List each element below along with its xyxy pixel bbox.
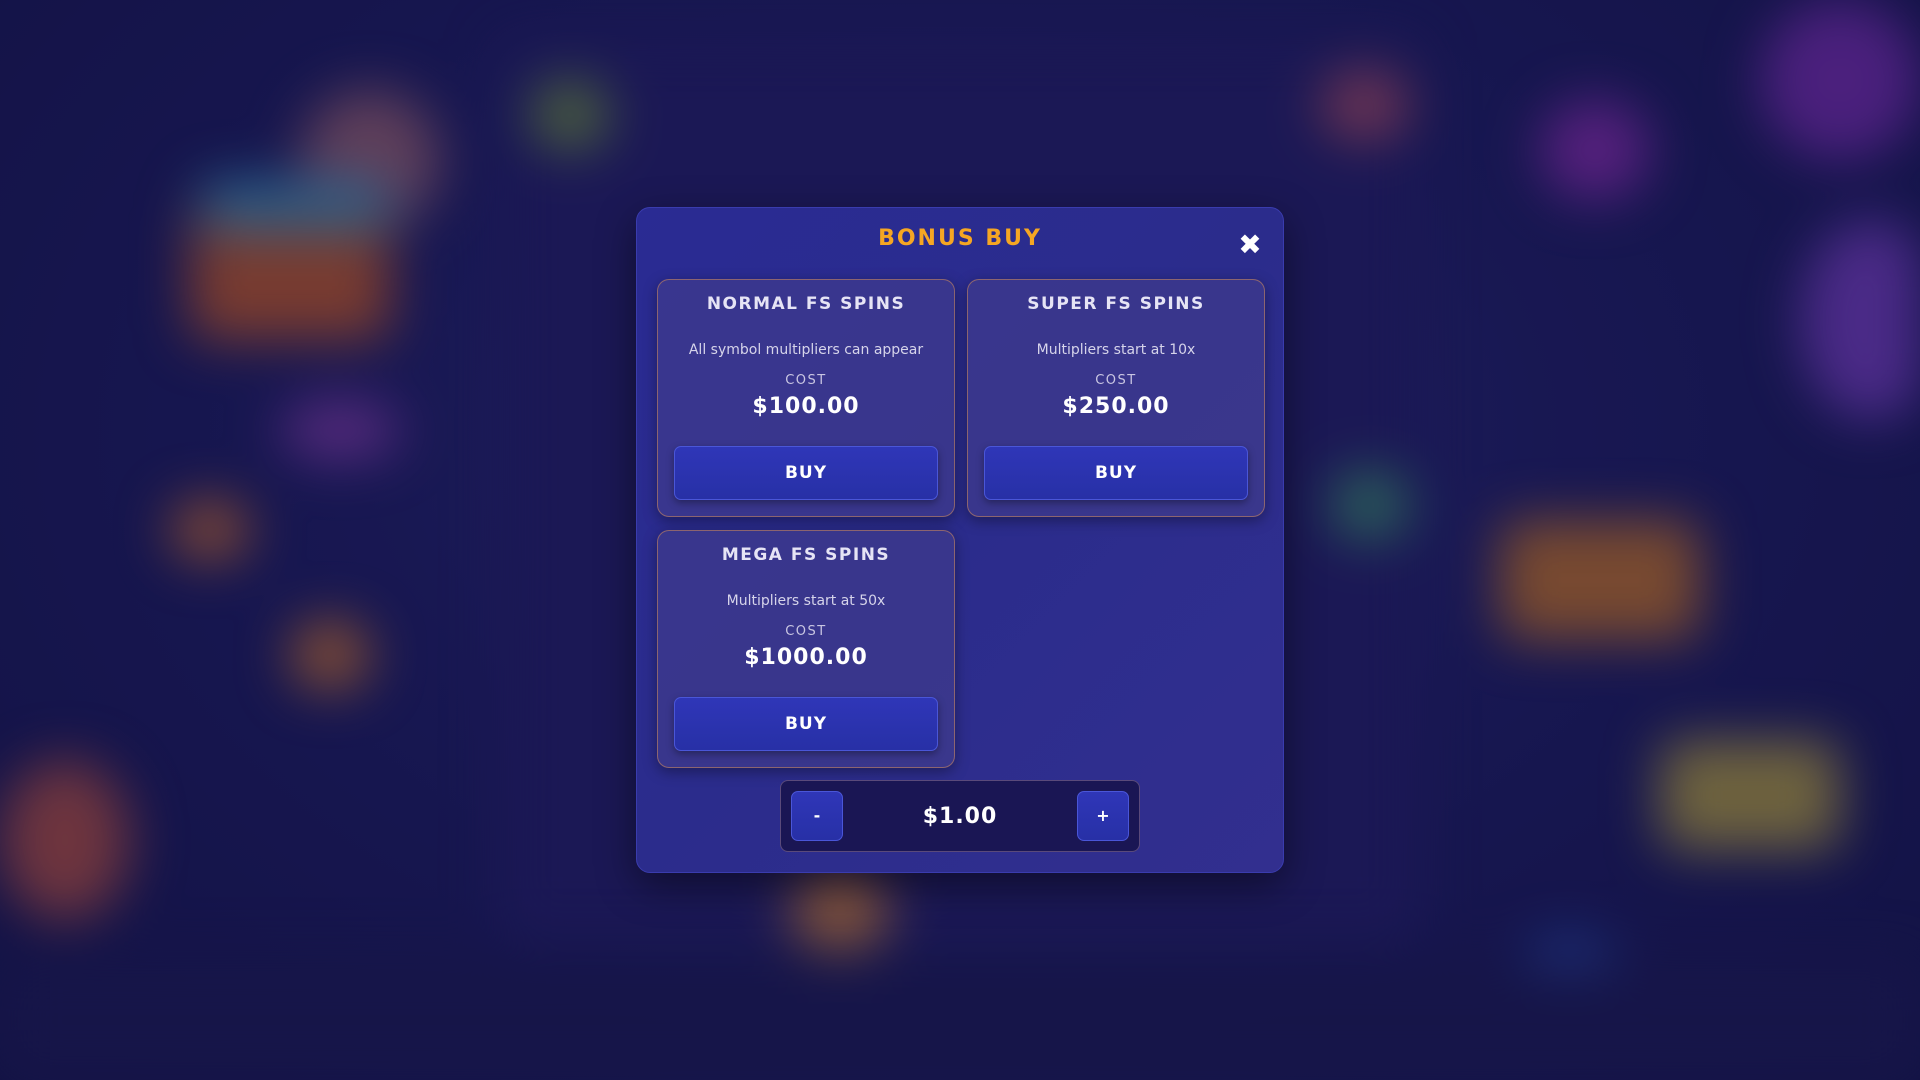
card-price: $250.00 [1062, 394, 1170, 419]
buy-button-super[interactable]: BUY [984, 446, 1248, 500]
close-icon[interactable]: ✖ [1238, 228, 1261, 261]
close-button[interactable]: ✖ [1235, 230, 1265, 260]
bonus-card-mega: MEGA FS SPINS Multipliers start at 50x C… [657, 530, 955, 768]
decrease-bet-button[interactable]: - [791, 791, 843, 841]
cost-label: COST [1095, 373, 1137, 388]
cost-label: COST [785, 373, 827, 388]
increase-bet-button[interactable]: + [1077, 791, 1129, 841]
card-price: $1000.00 [744, 645, 868, 670]
card-description: Multipliers start at 50x [726, 593, 886, 609]
modal-title: BONUS BUY [878, 226, 1042, 251]
bet-stepper: - $1.00 + [780, 780, 1140, 852]
card-price: $100.00 [752, 394, 860, 419]
card-title: SUPER FS SPINS [1027, 294, 1205, 314]
cost-label: COST [785, 624, 827, 639]
bonus-buy-modal: BONUS BUY ✖ NORMAL FS SPINS All symbol m… [636, 207, 1284, 873]
card-description: Multipliers start at 10x [1036, 342, 1196, 358]
card-title: NORMAL FS SPINS [706, 294, 906, 314]
bet-value: $1.00 [922, 804, 998, 829]
card-title: MEGA FS SPINS [721, 545, 891, 565]
bonus-card-super: SUPER FS SPINS Multipliers start at 10x … [967, 279, 1265, 517]
buy-button-mega[interactable]: BUY [674, 697, 938, 751]
bonus-card-normal: NORMAL FS SPINS All symbol multipliers c… [657, 279, 955, 517]
buy-button-normal[interactable]: BUY [674, 446, 938, 500]
card-description: All symbol multipliers can appear [688, 342, 924, 358]
